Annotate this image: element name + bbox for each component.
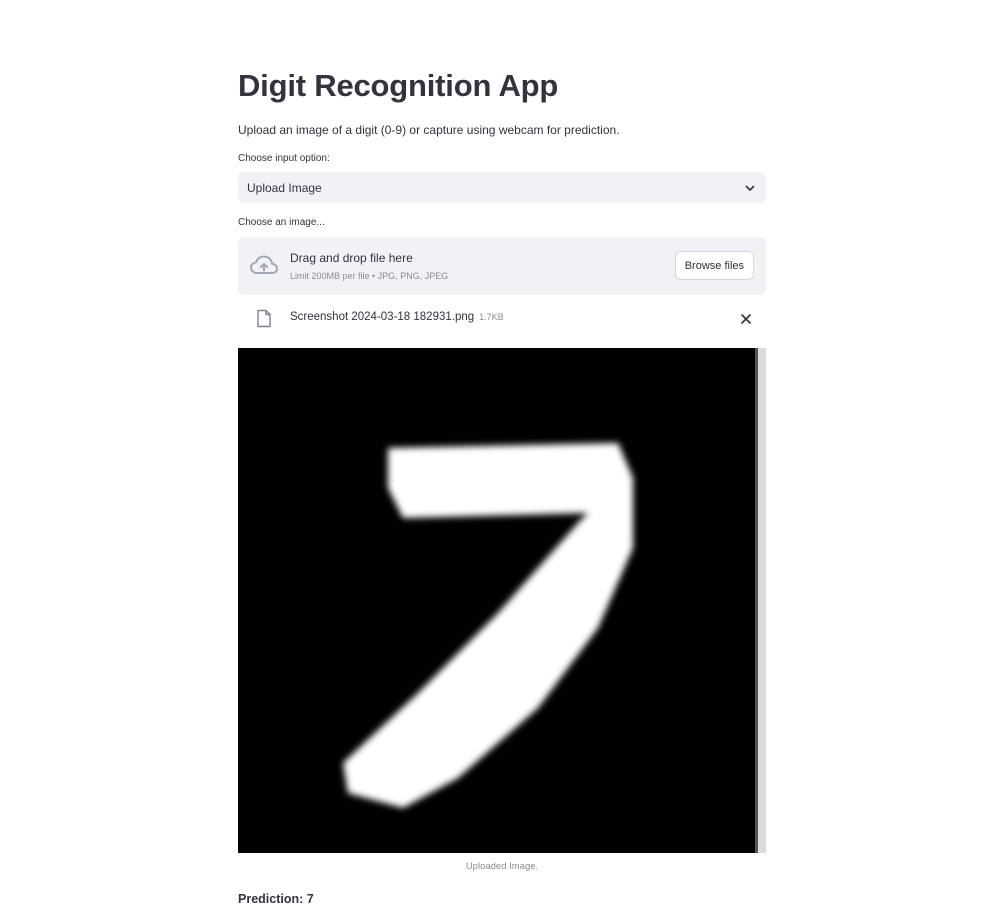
input-option-label: Choose input option: xyxy=(238,153,330,164)
page-description: Upload an image of a digit (0-9) or capt… xyxy=(238,123,620,137)
file-dropzone[interactable]: Drag and drop file here Limit 200MB per … xyxy=(238,237,766,295)
image-caption: Uploaded Image. xyxy=(465,861,539,872)
dropzone-limit-text: Limit 200MB per file • JPG, PNG, JPEG xyxy=(290,271,449,281)
input-option-select[interactable]: Upload Image xyxy=(238,172,766,203)
uploaded-digit-image xyxy=(238,348,766,853)
browse-files-button[interactable]: Browse files xyxy=(674,251,754,280)
file-icon xyxy=(256,309,272,328)
chevron-down-icon xyxy=(743,181,757,195)
page-title: Digit Recognition App xyxy=(238,68,559,103)
input-option-selected-value: Upload Image xyxy=(247,180,322,195)
file-uploader-label: Choose an image... xyxy=(238,217,325,228)
prediction-result: Prediction: 7 xyxy=(238,892,314,906)
cloud-upload-icon xyxy=(249,254,279,276)
uploaded-file-item: Screenshot 2024-03-18 182931.png 1.7KB xyxy=(238,304,766,332)
uploaded-file-name: Screenshot 2024-03-18 182931.png xyxy=(290,311,475,323)
close-icon[interactable] xyxy=(740,312,752,324)
dropzone-instruction: Drag and drop file here xyxy=(290,251,413,265)
uploaded-file-size: 1.7KB xyxy=(479,312,504,322)
